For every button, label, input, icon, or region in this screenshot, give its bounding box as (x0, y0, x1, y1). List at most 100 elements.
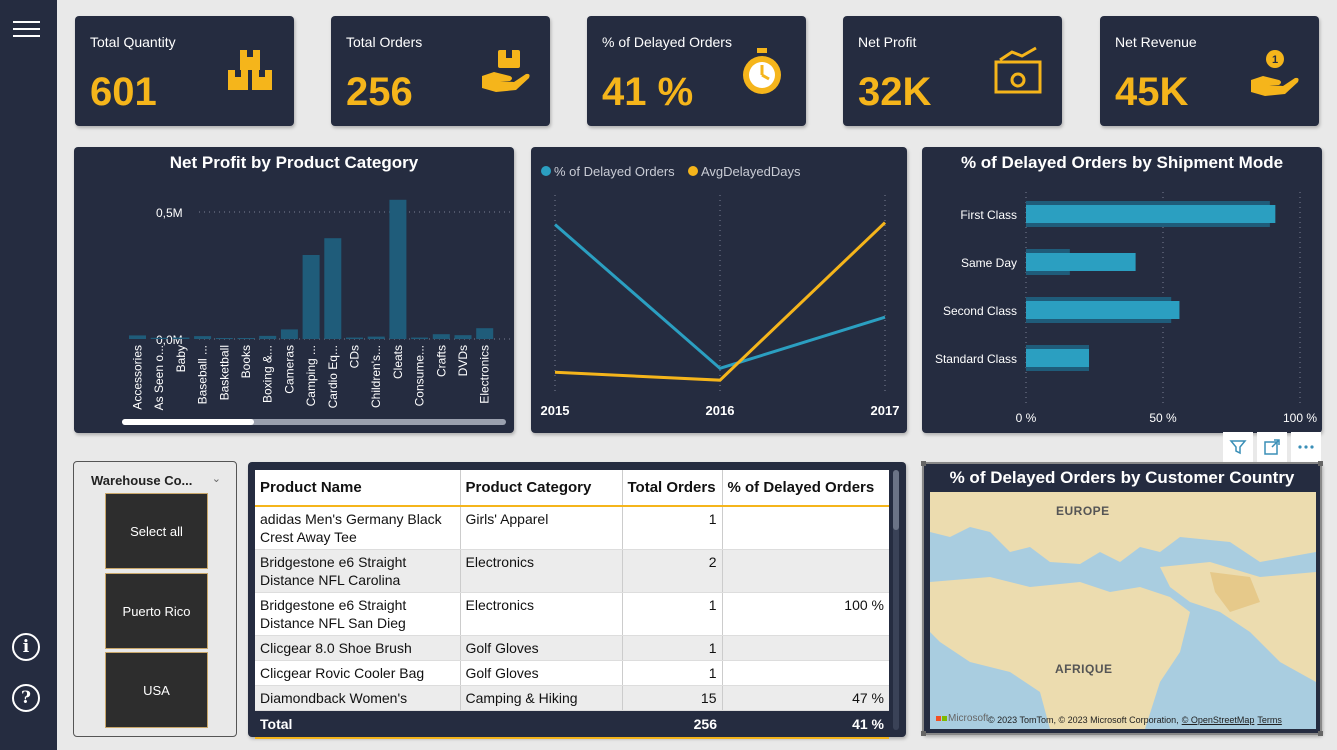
boxes-icon (228, 50, 272, 90)
bar (259, 335, 277, 339)
delayed-by-country-map[interactable]: % of Delayed Orders by Customer Country … (921, 461, 1323, 736)
y-tick-label: 0,0M (156, 333, 183, 347)
bar (1026, 253, 1136, 271)
more-options-icon[interactable] (1291, 432, 1321, 462)
cell-category: Girls' Apparel (460, 506, 623, 550)
x-tick-label: Baseball ... (196, 345, 210, 404)
cell-product-name: Bridgestone e6 Straight Distance NFL San… (255, 592, 461, 636)
table-row[interactable]: Diamondback Women's Camping & Hiking 15 … (255, 685, 889, 711)
column-header[interactable]: Product Name (255, 470, 461, 507)
filter-icon[interactable] (1223, 432, 1253, 462)
x-tick-label: Electronics (478, 345, 492, 404)
x-tick-label: Boxing &... (261, 345, 275, 403)
kpi-title: Net Profit (858, 34, 917, 50)
table-row[interactable]: Clicgear Rovic Cooler Bag Golf Gloves 1 (255, 660, 889, 686)
y-tick-label: Same Day (961, 256, 1017, 270)
bar (215, 338, 233, 339)
table-row[interactable]: Bridgestone e6 Straight Distance NFL San… (255, 592, 889, 636)
resize-handle[interactable] (1318, 461, 1323, 466)
product-table[interactable]: Product Name Product Category Total Orde… (248, 462, 906, 739)
cell-category: Camping & Hiking (460, 685, 623, 711)
cell-delayed-pct (722, 549, 889, 593)
land-africa (930, 577, 1190, 729)
delayed-by-shipment-mode-chart[interactable]: % of Delayed Orders by Shipment Mode Fir… (922, 147, 1322, 433)
brand-label: Microsoft (948, 713, 989, 724)
menu-icon[interactable] (11, 14, 41, 44)
table-row[interactable]: Bridgestone e6 Straight Distance NFL Car… (255, 549, 889, 593)
slicer-option-select-all[interactable]: Select all (105, 493, 208, 569)
svg-text:1: 1 (1272, 54, 1278, 66)
kpi-title: Net Revenue (1115, 34, 1197, 50)
resize-handle[interactable] (1318, 731, 1323, 736)
kpi-card-net-profit: Net Profit 32K (843, 16, 1062, 126)
net-profit-by-category-chart[interactable]: Net Profit by Product Category 0,5M 0,0M… (74, 147, 514, 433)
data-table: Product Name Product Category Total Orde… (255, 470, 889, 739)
microsoft-logo: Microsoft (936, 713, 989, 724)
x-tick-label: 0 % (1016, 411, 1037, 425)
series-line (554, 223, 886, 371)
bar-chart-svg: 0,5M 0,0M Accessories As Seen o... Baby Bas… (129, 199, 514, 410)
x-tick-label: Cleats (391, 345, 405, 379)
kpi-card-net-revenue: Net Revenue 45K 1 (1100, 16, 1319, 126)
bar (129, 335, 146, 339)
scrollbar-thumb[interactable] (122, 419, 254, 425)
x-tick-label: Consume... (413, 345, 427, 406)
map-canvas[interactable]: EUROPE AFRIQUE Microsoft © 2023 TomTom, … (930, 492, 1316, 729)
focus-mode-icon[interactable] (1257, 432, 1287, 462)
osm-link[interactable]: © OpenStreetMap (1182, 715, 1255, 725)
cell-delayed-pct (722, 506, 889, 550)
cell-delayed-pct: 100 % (722, 592, 889, 636)
info-icon[interactable]: i (11, 632, 41, 662)
cell-delayed-pct (722, 635, 889, 661)
credits-text: © 2023 TomTom, © 2023 Microsoft Corporat… (988, 715, 1179, 725)
cell-category: Electronics (460, 592, 623, 636)
table-row[interactable]: adidas Men's Germany Black Crest Away Te… (255, 506, 889, 550)
x-tick-label: 50 % (1149, 411, 1177, 425)
bar (346, 337, 363, 339)
slicer-option-puerto-rico[interactable]: Puerto Rico (105, 573, 208, 649)
bar (454, 335, 472, 339)
column-header[interactable]: Total Orders (622, 470, 723, 507)
cell-product-name: Bridgestone e6 Straight Distance NFL Car… (255, 549, 461, 593)
hand-box-icon (482, 50, 530, 92)
bar (1026, 349, 1090, 367)
table-row[interactable]: Clicgear 8.0 Shoe Brush Golf Gloves 1 (255, 635, 889, 661)
x-tick-label: Crafts (434, 345, 448, 377)
x-tick-label: DVDs (456, 345, 470, 376)
cell-product-name: Diamondback Women's (255, 685, 461, 711)
y-tick-label: First Class (960, 208, 1017, 222)
bar (172, 337, 190, 339)
hbar-chart-svg: First Class Same Day Second Class Standard … (935, 192, 1317, 425)
resize-handle[interactable] (921, 461, 926, 466)
cell-total-orders: 15 (622, 685, 723, 711)
resize-handle[interactable] (921, 731, 926, 736)
kpi-title: Total Quantity (90, 34, 176, 50)
slicer-option-usa[interactable]: USA (105, 652, 208, 728)
delayed-orders-line-chart[interactable]: % of Delayed Orders AvgDelayedDays 2015 … (531, 147, 907, 433)
bar (1026, 301, 1180, 319)
cell-category: Golf Gloves (460, 635, 623, 661)
terms-link[interactable]: Terms (1257, 715, 1282, 725)
bar (476, 328, 494, 339)
scrollbar-thumb[interactable] (893, 470, 899, 530)
map-label-europe: EUROPE (1056, 504, 1110, 518)
series-line (554, 221, 887, 382)
bar (237, 338, 255, 339)
cell-product-name: Clicgear Rovic Cooler Bag (255, 660, 461, 686)
bar (411, 337, 429, 339)
total-orders: 256 (622, 710, 722, 739)
sidebar: i ? (0, 0, 57, 750)
legend-marker (688, 166, 698, 176)
x-tick-label: Baby (174, 345, 188, 372)
kpi-card-delayed-orders: % of Delayed Orders 41 % (587, 16, 806, 126)
column-header[interactable]: % of Delayed Orders (722, 470, 889, 507)
chevron-down-icon[interactable]: ⌄ (212, 472, 221, 485)
bar (432, 334, 450, 339)
bar (367, 336, 385, 339)
cell-product-name: adidas Men's Germany Black Crest Away Te… (255, 506, 461, 550)
cell-product-name: Clicgear 8.0 Shoe Brush (255, 635, 461, 661)
help-icon[interactable]: ? (11, 683, 41, 713)
x-tick-label: As Seen o... (152, 345, 166, 410)
column-header[interactable]: Product Category (460, 470, 623, 507)
warehouse-country-slicer[interactable]: Warehouse Co... ⌄ Select all Puerto Rico… (73, 461, 237, 737)
